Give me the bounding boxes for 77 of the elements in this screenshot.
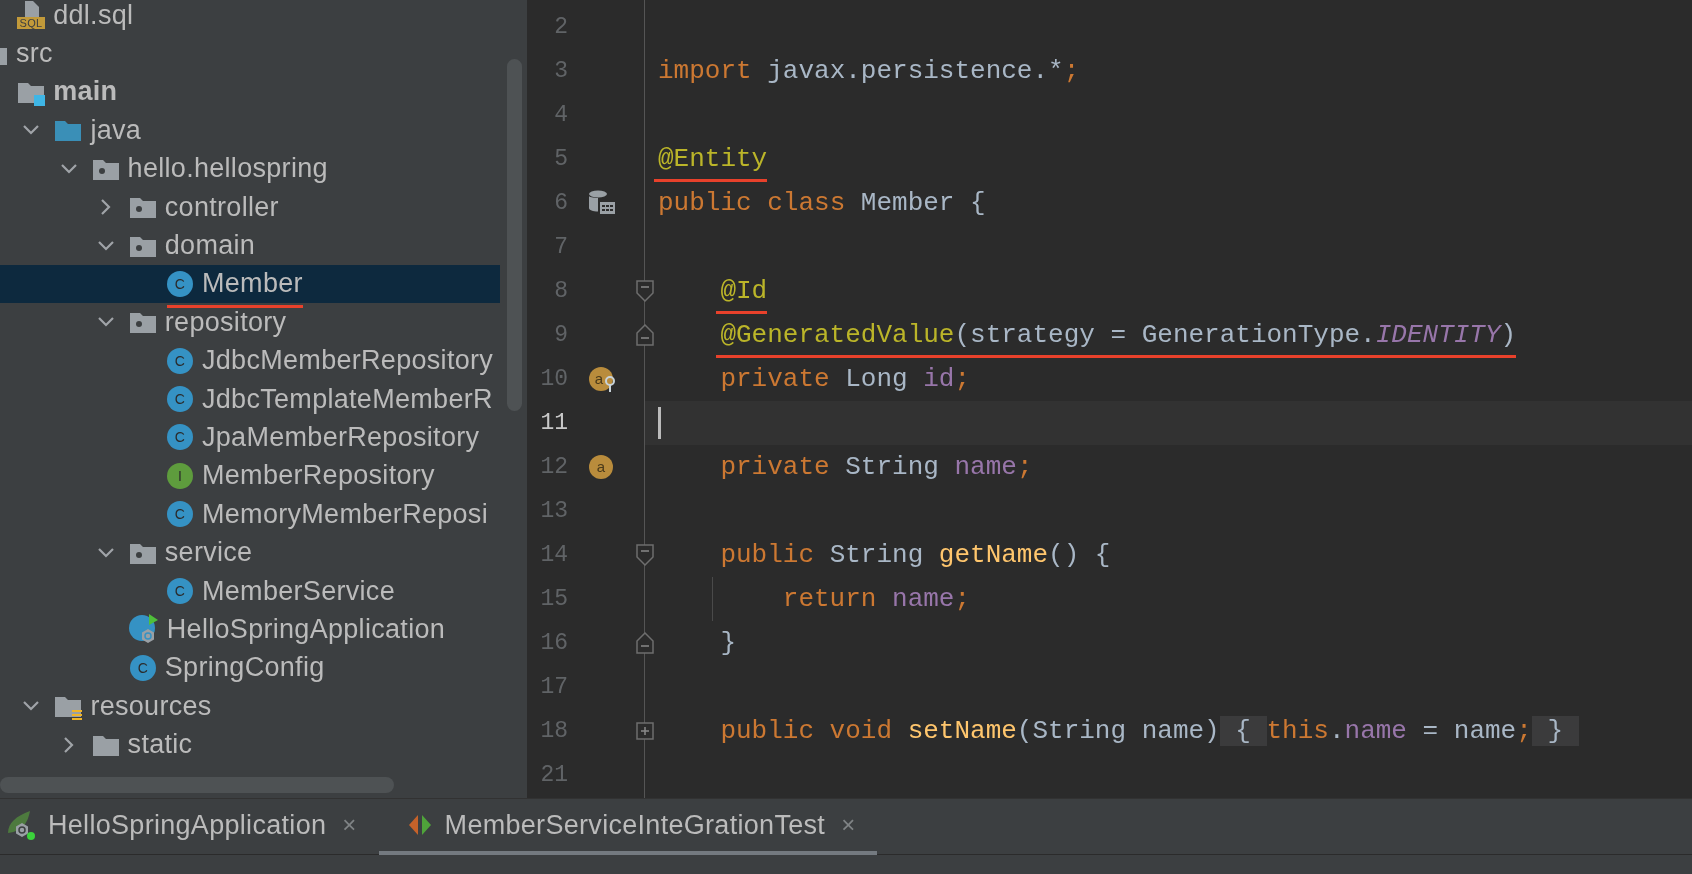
text-cursor	[658, 407, 661, 439]
line-number: 15	[539, 586, 568, 612]
class-icon: C	[165, 422, 195, 453]
close-icon[interactable]: ×	[342, 811, 357, 839]
line-number: 8	[553, 278, 568, 304]
line-number: 14	[539, 542, 568, 568]
tree-item[interactable]: HelloSpringApplication	[0, 610, 500, 649]
chevron-down-icon[interactable]	[97, 547, 114, 558]
tree-item[interactable]: controller	[0, 187, 500, 227]
code-line: public class Member {	[658, 188, 986, 218]
tree-item[interactable]: java	[0, 111, 500, 150]
code-line: public String getName() {	[720, 540, 1111, 570]
tree-item[interactable]: C JdbcMemberRepository	[0, 341, 500, 380]
fold-marker-icon	[636, 632, 654, 654]
line-number: 21	[539, 762, 568, 788]
run-tab[interactable]: HelloSpringApplication ×	[0, 799, 379, 855]
tree-item[interactable]: repository	[0, 303, 500, 342]
class-icon: C	[165, 345, 195, 376]
code-line: private Long id;	[720, 364, 971, 394]
class-icon: C	[127, 652, 158, 683]
chevron-right-icon[interactable]	[100, 199, 111, 216]
tree-item[interactable]: C JdbcTemplateMemberR	[0, 379, 500, 419]
tree-item[interactable]: C JpaMemberRepository	[0, 418, 500, 457]
line-number: 7	[553, 234, 568, 260]
tree-item[interactable]: C MemoryMemberReposi	[0, 495, 500, 534]
class-icon: C	[165, 384, 195, 415]
line-number: 18	[539, 718, 568, 744]
line-number: 17	[539, 674, 568, 700]
tree-item[interactable]: service	[0, 533, 500, 572]
tree-item[interactable]: hello.hellospring	[0, 149, 500, 188]
class-icon: C	[165, 499, 195, 530]
line-number: 6	[553, 190, 568, 216]
code-line: public void setName(String name) { this.name = name; }	[720, 716, 1579, 746]
code-line: @GeneratedValue(strategy = GenerationType.IDENTITY)	[720, 320, 1517, 350]
tree-item[interactable]: static	[0, 725, 500, 764]
class-icon: C	[165, 576, 195, 607]
class-icon: C	[165, 268, 195, 299]
tree-item[interactable]: C MemberService	[0, 571, 500, 611]
code-line: private String name;	[720, 452, 1033, 482]
code-line: }	[720, 628, 736, 658]
spring-app-icon	[127, 613, 160, 646]
close-icon[interactable]: ×	[841, 811, 856, 839]
code-line: @Entity	[658, 144, 768, 174]
chevron-down-icon[interactable]	[23, 701, 40, 712]
tree-item[interactable]: resources	[0, 687, 500, 726]
chevron-right-icon[interactable]	[63, 736, 74, 753]
chevron-down-icon[interactable]	[23, 125, 40, 136]
interface-icon: I	[165, 460, 195, 491]
spring-run-icon	[6, 809, 38, 841]
fold-marker-icon	[636, 544, 654, 566]
chevron-down-icon[interactable]	[97, 317, 114, 328]
line-number: 11	[539, 410, 568, 436]
line-number: 4	[553, 102, 568, 128]
chevron-down-icon[interactable]	[97, 240, 114, 251]
run-tab[interactable]: MemberServiceInteGrationTest ×	[378, 799, 878, 855]
line-number: 13	[539, 498, 568, 524]
tree-item[interactable]: src	[0, 34, 500, 73]
code-line: @Id	[720, 276, 768, 306]
code-line: return name;	[782, 584, 971, 614]
tree-item[interactable]: I MemberRepository	[0, 456, 500, 496]
line-number: 12	[539, 454, 568, 480]
tree-item[interactable]: SQL ddl.sql	[0, 0, 500, 35]
fold-marker-icon	[636, 280, 654, 302]
code-line: import javax.persistence.*;	[658, 56, 1080, 86]
chevron-down-icon[interactable]	[60, 163, 77, 174]
line-number: 3	[553, 58, 568, 84]
entity-icon	[587, 189, 617, 217]
line-number: 10	[539, 366, 568, 392]
expand-fold-icon	[636, 722, 654, 740]
line-number: 16	[539, 630, 568, 656]
tree-item[interactable]: C SpringConfig	[0, 648, 500, 688]
tree-item[interactable]: main	[0, 72, 500, 112]
fold-marker-icon	[636, 324, 654, 346]
line-number: 9	[553, 322, 568, 348]
line-number: 2	[553, 14, 568, 40]
line-number: 5	[553, 146, 568, 172]
tree-item[interactable]: domain	[0, 226, 500, 265]
